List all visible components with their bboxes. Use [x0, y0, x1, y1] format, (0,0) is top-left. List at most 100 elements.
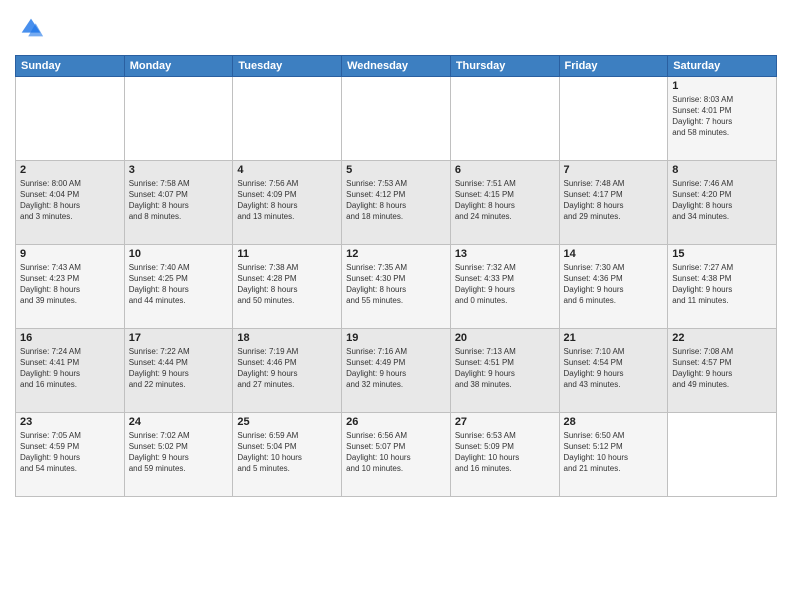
calendar-cell: 25 Sunrise: 6:59 AM Sunset: 5:04 PM Dayli… [233, 412, 342, 496]
calendar-row-0: 1 Sunrise: 8:03 AM Sunset: 4:01 PM Daylig… [16, 76, 777, 160]
day-number: 14 [564, 248, 664, 260]
day-info: Sunrise: 7:16 AM Sunset: 4:49 PM Dayligh… [346, 346, 446, 391]
logo-icon [17, 14, 45, 42]
day-info: Sunrise: 7:32 AM Sunset: 4:33 PM Dayligh… [455, 262, 555, 307]
day-number: 23 [20, 416, 120, 428]
logo-text [15, 14, 45, 47]
day-number: 1 [672, 80, 772, 92]
day-number: 12 [346, 248, 446, 260]
day-number: 26 [346, 416, 446, 428]
day-info: Sunrise: 7:24 AM Sunset: 4:41 PM Dayligh… [20, 346, 120, 391]
day-info: Sunrise: 7:51 AM Sunset: 4:15 PM Dayligh… [455, 178, 555, 223]
weekday-header-wednesday: Wednesday [342, 55, 451, 76]
day-number: 13 [455, 248, 555, 260]
day-number: 15 [672, 248, 772, 260]
weekday-header-thursday: Thursday [450, 55, 559, 76]
day-number: 3 [129, 164, 229, 176]
weekday-header-row: SundayMondayTuesdayWednesdayThursdayFrid… [16, 55, 777, 76]
day-number: 5 [346, 164, 446, 176]
day-info: Sunrise: 7:05 AM Sunset: 4:59 PM Dayligh… [20, 430, 120, 475]
calendar-cell: 24 Sunrise: 7:02 AM Sunset: 5:02 PM Dayli… [124, 412, 233, 496]
calendar-cell: 18Sunrise: 7:19 AM Sunset: 4:46 PM Dayli… [233, 328, 342, 412]
weekday-header-monday: Monday [124, 55, 233, 76]
day-info: Sunrise: 7:53 AM Sunset: 4:12 PM Dayligh… [346, 178, 446, 223]
calendar-cell: 1 Sunrise: 8:03 AM Sunset: 4:01 PM Daylig… [668, 76, 777, 160]
weekday-header-saturday: Saturday [668, 55, 777, 76]
calendar-table: SundayMondayTuesdayWednesdayThursdayFrid… [15, 55, 777, 497]
calendar-cell: 14 Sunrise: 7:30 AM Sunset: 4:36 PM Dayli… [559, 244, 668, 328]
day-info: Sunrise: 6:59 AM Sunset: 5:04 PM Dayligh… [237, 430, 337, 475]
calendar-cell: 9Sunrise: 7:43 AM Sunset: 4:23 PM Daylig… [16, 244, 125, 328]
day-info: Sunrise: 7:40 AM Sunset: 4:25 PM Dayligh… [129, 262, 229, 307]
day-info: Sunrise: 7:22 AM Sunset: 4:44 PM Dayligh… [129, 346, 229, 391]
calendar-cell: 5 Sunrise: 7:53 AM Sunset: 4:12 PM Daylig… [342, 160, 451, 244]
calendar-cell: 2 Sunrise: 8:00 AM Sunset: 4:04 PM Daylig… [16, 160, 125, 244]
day-number: 7 [564, 164, 664, 176]
day-number: 22 [672, 332, 772, 344]
calendar-cell: 10 Sunrise: 7:40 AM Sunset: 4:25 PM Dayli… [124, 244, 233, 328]
calendar-cell: 11 Sunrise: 7:38 AM Sunset: 4:28 PM Dayli… [233, 244, 342, 328]
day-number: 27 [455, 416, 555, 428]
day-info: Sunrise: 7:58 AM Sunset: 4:07 PM Dayligh… [129, 178, 229, 223]
day-number: 20 [455, 332, 555, 344]
day-number: 24 [129, 416, 229, 428]
calendar-row-1: 2 Sunrise: 8:00 AM Sunset: 4:04 PM Daylig… [16, 160, 777, 244]
calendar-cell: 12 Sunrise: 7:35 AM Sunset: 4:30 PM Dayli… [342, 244, 451, 328]
day-info: Sunrise: 7:27 AM Sunset: 4:38 PM Dayligh… [672, 262, 772, 307]
calendar-cell [450, 76, 559, 160]
day-info: Sunrise: 7:30 AM Sunset: 4:36 PM Dayligh… [564, 262, 664, 307]
weekday-header-sunday: Sunday [16, 55, 125, 76]
calendar-cell [124, 76, 233, 160]
calendar-cell: 21 Sunrise: 7:10 AM Sunset: 4:54 PM Dayli… [559, 328, 668, 412]
day-number: 4 [237, 164, 337, 176]
day-number: 2 [20, 164, 120, 176]
day-number: 8 [672, 164, 772, 176]
day-info: Sunrise: 7:02 AM Sunset: 5:02 PM Dayligh… [129, 430, 229, 475]
day-info: Sunrise: 8:00 AM Sunset: 4:04 PM Dayligh… [20, 178, 120, 223]
day-number: 17 [129, 332, 229, 344]
day-number: 25 [237, 416, 337, 428]
calendar-cell [16, 76, 125, 160]
calendar-cell: 17 Sunrise: 7:22 AM Sunset: 4:44 PM Dayli… [124, 328, 233, 412]
calendar-cell: 28 Sunrise: 6:50 AM Sunset: 5:12 PM Dayli… [559, 412, 668, 496]
day-number: 18 [237, 332, 337, 344]
day-info: Sunrise: 7:13 AM Sunset: 4:51 PM Dayligh… [455, 346, 555, 391]
day-info: Sunrise: 7:56 AM Sunset: 4:09 PM Dayligh… [237, 178, 337, 223]
day-number: 9 [20, 248, 120, 260]
calendar-cell: 6 Sunrise: 7:51 AM Sunset: 4:15 PM Daylig… [450, 160, 559, 244]
day-number: 28 [564, 416, 664, 428]
day-number: 19 [346, 332, 446, 344]
calendar-cell: 13 Sunrise: 7:32 AM Sunset: 4:33 PM Dayli… [450, 244, 559, 328]
calendar-cell: 8 Sunrise: 7:46 AM Sunset: 4:20 PM Daylig… [668, 160, 777, 244]
day-number: 16 [20, 332, 120, 344]
day-number: 11 [237, 248, 337, 260]
day-number: 21 [564, 332, 664, 344]
weekday-header-friday: Friday [559, 55, 668, 76]
calendar-cell: 3 Sunrise: 7:58 AM Sunset: 4:07 PM Daylig… [124, 160, 233, 244]
header [15, 10, 777, 47]
weekday-header-tuesday: Tuesday [233, 55, 342, 76]
day-info: Sunrise: 6:53 AM Sunset: 5:09 PM Dayligh… [455, 430, 555, 475]
calendar-row-3: 16 Sunrise: 7:24 AM Sunset: 4:41 PM Dayli… [16, 328, 777, 412]
day-number: 10 [129, 248, 229, 260]
day-info: Sunrise: 7:48 AM Sunset: 4:17 PM Dayligh… [564, 178, 664, 223]
calendar-cell [233, 76, 342, 160]
day-info: Sunrise: 7:10 AM Sunset: 4:54 PM Dayligh… [564, 346, 664, 391]
calendar-cell: 7 Sunrise: 7:48 AM Sunset: 4:17 PM Daylig… [559, 160, 668, 244]
day-info: Sunrise: 7:35 AM Sunset: 4:30 PM Dayligh… [346, 262, 446, 307]
day-info: Sunrise: 8:03 AM Sunset: 4:01 PM Dayligh… [672, 94, 772, 139]
calendar-cell: 22Sunrise: 7:08 AM Sunset: 4:57 PM Dayli… [668, 328, 777, 412]
calendar-cell: 27 Sunrise: 6:53 AM Sunset: 5:09 PM Dayli… [450, 412, 559, 496]
calendar-cell: 15 Sunrise: 7:27 AM Sunset: 4:38 PM Dayli… [668, 244, 777, 328]
day-info: Sunrise: 6:50 AM Sunset: 5:12 PM Dayligh… [564, 430, 664, 475]
calendar-cell: 16 Sunrise: 7:24 AM Sunset: 4:41 PM Dayli… [16, 328, 125, 412]
day-number: 6 [455, 164, 555, 176]
calendar-cell: 4 Sunrise: 7:56 AM Sunset: 4:09 PM Daylig… [233, 160, 342, 244]
calendar-row-4: 23 Sunrise: 7:05 AM Sunset: 4:59 PM Dayli… [16, 412, 777, 496]
calendar-row-2: 9Sunrise: 7:43 AM Sunset: 4:23 PM Daylig… [16, 244, 777, 328]
calendar-cell [342, 76, 451, 160]
calendar-cell [559, 76, 668, 160]
calendar-cell [668, 412, 777, 496]
day-info: Sunrise: 7:38 AM Sunset: 4:28 PM Dayligh… [237, 262, 337, 307]
day-info: Sunrise: 7:46 AM Sunset: 4:20 PM Dayligh… [672, 178, 772, 223]
